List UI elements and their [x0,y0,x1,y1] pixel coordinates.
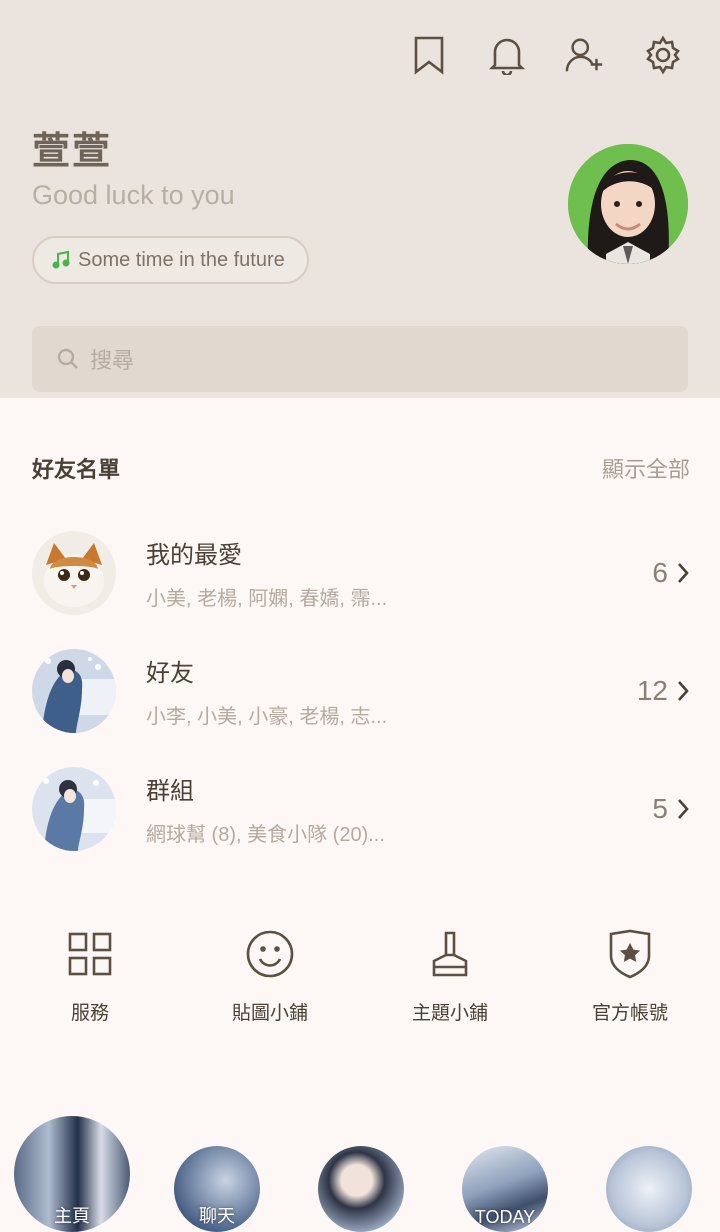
list-item-subtitle: 網球幫 (8), 美食小隊 (20)... [146,824,385,846]
today-tab-image: TODAY [462,1146,548,1232]
nav-tab-voom[interactable] [288,1112,432,1232]
top-toolbar [408,32,684,78]
list-item-count: 12 [636,675,668,706]
bottom-navigation: 主頁 聊天 TODAY [0,1112,720,1232]
search-icon [57,348,78,369]
profile-avatar[interactable] [568,144,688,264]
shortcut-bar: 服務 貼圖小鋪 主題小鋪 官方帳號 [0,926,720,1025]
list-item-friends[interactable]: 好友 小李, 小美, 小豪, 老楊, 志... 12 [32,632,690,750]
chevron-right-icon [678,563,689,583]
groups-avatar [32,767,116,851]
nav-label: 聊天 [199,1206,235,1226]
list-item-count: 6 [652,557,668,588]
music-pill[interactable]: Some time in the future [32,236,309,284]
nav-tab-today[interactable]: TODAY [432,1112,576,1232]
list-item-favorites[interactable]: 我的最愛 小美, 老楊, 阿嫻, 春嬌, 霈... 6 [32,514,690,632]
list-item-subtitle: 小李, 小美, 小豪, 老楊, 志... [146,706,388,728]
friends-section-header: 好友名單 顯示全部 [32,452,690,484]
friends-avatar [32,649,116,733]
sticker-shop-button[interactable]: 貼圖小鋪 [180,926,360,1025]
nav-label: 主頁 [54,1206,90,1226]
friends-section-title: 好友名單 [32,458,121,483]
profile-name[interactable]: 萱萱 [32,120,112,175]
nav-label: TODAY [474,1207,536,1227]
voom-tab-image [318,1146,404,1232]
profile-header: 萱萱 Good luck to you Some time in the fut… [0,0,720,398]
settings-icon[interactable] [642,32,684,78]
shortcut-label: 官方帳號 [591,1002,668,1024]
search-placeholder: 搜尋 [90,349,135,374]
shield-star-icon [602,926,658,982]
list-item-title: 群組 [146,777,194,805]
theme-shop-button[interactable]: 主題小鋪 [360,926,540,1025]
services-button[interactable]: 服務 [0,926,180,1025]
list-item-subtitle: 小美, 老楊, 阿嫻, 春嬌, 霈... [146,588,388,610]
list-item-groups[interactable]: 群組 網球幫 (8), 美食小隊 (20)... 5 [32,750,690,868]
show-all-link[interactable]: 顯示全部 [602,452,690,484]
shortcut-label: 貼圖小鋪 [231,1002,308,1024]
chats-tab-image: 聊天 [174,1146,260,1232]
favorites-avatar [32,531,116,615]
status-message[interactable]: Good luck to you [32,180,235,211]
friends-list: 我的最愛 小美, 老楊, 阿嫻, 春嬌, 霈... 6 好友 小李, 小美, 小… [32,514,690,868]
nav-tab-chats[interactable]: 聊天 [144,1112,288,1232]
shortcut-label: 服務 [70,1002,109,1024]
brush-icon [422,926,478,982]
music-label: Some time in the future [78,248,285,271]
list-item-title: 我的最愛 [146,541,242,569]
add-friend-icon[interactable] [564,32,606,78]
search-bar[interactable]: 搜尋 [32,326,688,392]
grid-icon [62,926,118,982]
smiley-icon [242,926,298,982]
list-item-title: 好友 [146,659,194,687]
official-accounts-button[interactable]: 官方帳號 [540,926,720,1025]
chevron-right-icon [678,799,689,819]
home-tab-image: 主頁 [14,1116,130,1232]
music-note-icon [52,250,70,269]
chevron-right-icon [678,681,689,701]
nav-tab-home[interactable]: 主頁 [0,1112,144,1232]
wallet-tab-image [606,1146,692,1232]
bookmark-icon[interactable] [408,32,450,78]
list-item-count: 5 [652,793,668,824]
bell-icon[interactable] [486,32,528,78]
shortcut-label: 主題小鋪 [411,1002,488,1024]
nav-tab-wallet[interactable] [576,1112,720,1232]
